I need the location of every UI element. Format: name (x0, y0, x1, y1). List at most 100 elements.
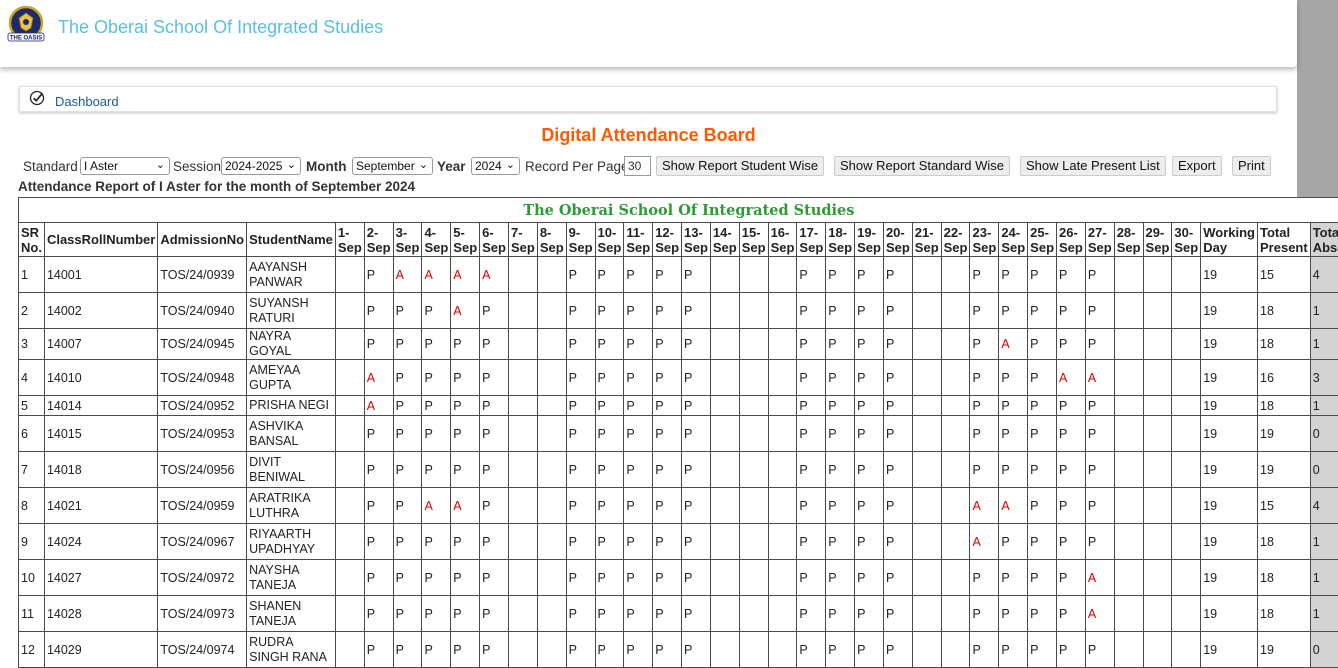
cell-day-status: P (624, 524, 653, 560)
cell-working-day: 19 (1201, 596, 1258, 632)
cell-student-name: NAYSHA TANEJA (247, 560, 336, 596)
col-header-student: StudentName (247, 223, 336, 257)
cell-day-status (1172, 488, 1201, 524)
cell-day-status: P (1057, 329, 1086, 360)
cell-day-status: P (364, 452, 393, 488)
cell-day-status: P (883, 293, 912, 329)
record-per-page-input[interactable]: 30 (624, 156, 651, 176)
cell-total-present: 19 (1258, 452, 1311, 488)
standard-select[interactable]: I Aster⌄ (80, 157, 170, 175)
cell-day-status (912, 416, 941, 452)
cell-day-status: P (826, 632, 855, 668)
cell-day-status (941, 452, 970, 488)
cell-day-status: A (999, 329, 1028, 360)
cell-total-absent: 1 (1310, 596, 1338, 632)
col-header-day: 2-Sep (364, 223, 393, 257)
cell-day-status (1114, 452, 1143, 488)
col-header-day: 22-Sep (941, 223, 970, 257)
cell-sr: 10 (19, 560, 45, 596)
cell-day-status: P (883, 596, 912, 632)
cell-day-status: P (624, 632, 653, 668)
cell-day-status (335, 360, 364, 396)
month-select[interactable]: September⌄ (352, 157, 433, 175)
cell-day-status: P (595, 293, 624, 329)
cell-day-status: P (393, 452, 422, 488)
cell-working-day: 19 (1201, 488, 1258, 524)
show-report-student-wise-button[interactable]: Show Report Student Wise (656, 156, 824, 176)
cell-day-status: P (797, 416, 826, 452)
cell-day-status: P (999, 360, 1028, 396)
print-button[interactable]: Print (1232, 156, 1271, 176)
cell-day-status: P (451, 329, 480, 360)
year-select[interactable]: 2024⌄ (471, 157, 520, 175)
cell-day-status (537, 560, 566, 596)
cell-day-status (1143, 632, 1172, 668)
table-row: 914024TOS/24/0967RIYAARTH UPADHYAYPPPPPP… (19, 524, 1338, 560)
cell-day-status: P (480, 293, 509, 329)
export-button[interactable]: Export (1172, 156, 1222, 176)
school-name[interactable]: The Oberai School Of Integrated Studies (58, 17, 383, 38)
table-row: 214002TOS/24/0940SUYANSH RATURIPPPAPPPPP… (19, 293, 1338, 329)
cell-day-status (537, 293, 566, 329)
cell-day-status (768, 329, 797, 360)
cell-day-status: P (1028, 416, 1057, 452)
cell-day-status (1114, 632, 1143, 668)
cell-day-status: P (364, 632, 393, 668)
cell-day-status: P (480, 416, 509, 452)
table-row: 1114028TOS/24/0973SHANEN TANEJAPPPPPPPPP… (19, 596, 1338, 632)
cell-day-status (739, 396, 768, 416)
cell-day-status (1114, 257, 1143, 293)
site-header: THE OASIS The Oberai School Of Integrate… (0, 0, 1297, 67)
cell-day-status: P (682, 416, 711, 452)
cell-day-status: P (1085, 416, 1114, 452)
cell-day-status (768, 560, 797, 596)
cell-day-status: P (595, 632, 624, 668)
cell-day-status (335, 257, 364, 293)
cell-day-status: P (480, 632, 509, 668)
session-select[interactable]: 2024-2025⌄ (221, 157, 301, 175)
dashboard-link[interactable]: Dashboard (55, 94, 119, 109)
cell-day-status (768, 293, 797, 329)
col-header-day: 21-Sep (912, 223, 941, 257)
cell-roll: 14001 (44, 257, 157, 293)
cell-day-status (1143, 452, 1172, 488)
table-banner: The Oberai School Of Integrated Studies (19, 198, 1338, 223)
table-header-row: SR No. ClassRollNumber AdmissionNo Stude… (19, 223, 1338, 257)
show-report-standard-wise-button[interactable]: Show Report Standard Wise (834, 156, 1010, 176)
cell-day-status (941, 396, 970, 416)
cell-day-status: P (826, 596, 855, 632)
cell-day-status: A (364, 360, 393, 396)
cell-day-status: P (797, 396, 826, 416)
cell-day-status (508, 360, 537, 396)
cell-day-status: P (826, 560, 855, 596)
table-row: 614015TOS/24/0953ASHVIKA BANSALPPPPPPPPP… (19, 416, 1338, 452)
cell-day-status: P (797, 293, 826, 329)
cell-day-status (710, 488, 739, 524)
cell-day-status (537, 396, 566, 416)
cell-day-status: P (855, 524, 884, 560)
cell-day-status: P (364, 329, 393, 360)
cell-day-status: P (970, 293, 999, 329)
cell-day-status: P (364, 416, 393, 452)
cell-roll: 14007 (44, 329, 157, 360)
cell-day-status: P (393, 329, 422, 360)
col-header-day: 13-Sep (682, 223, 711, 257)
cell-day-status: P (1028, 396, 1057, 416)
cell-day-status: P (595, 560, 624, 596)
cell-roll: 14021 (44, 488, 157, 524)
cell-day-status: A (970, 488, 999, 524)
cell-day-status (335, 452, 364, 488)
cell-day-status: P (883, 560, 912, 596)
show-late-present-list-button[interactable]: Show Late Present List (1020, 156, 1166, 176)
cell-student-name: AAYANSH PANWAR (247, 257, 336, 293)
cell-admission: TOS/24/0952 (158, 396, 247, 416)
cell-day-status (912, 524, 941, 560)
col-header-day: 4-Sep (422, 223, 451, 257)
cell-day-status: P (1057, 293, 1086, 329)
cell-day-status: P (999, 560, 1028, 596)
cell-day-status: P (682, 560, 711, 596)
cell-total-absent: 3 (1310, 360, 1338, 396)
cell-working-day: 19 (1201, 257, 1258, 293)
cell-day-status: P (970, 360, 999, 396)
cell-day-status: P (393, 360, 422, 396)
